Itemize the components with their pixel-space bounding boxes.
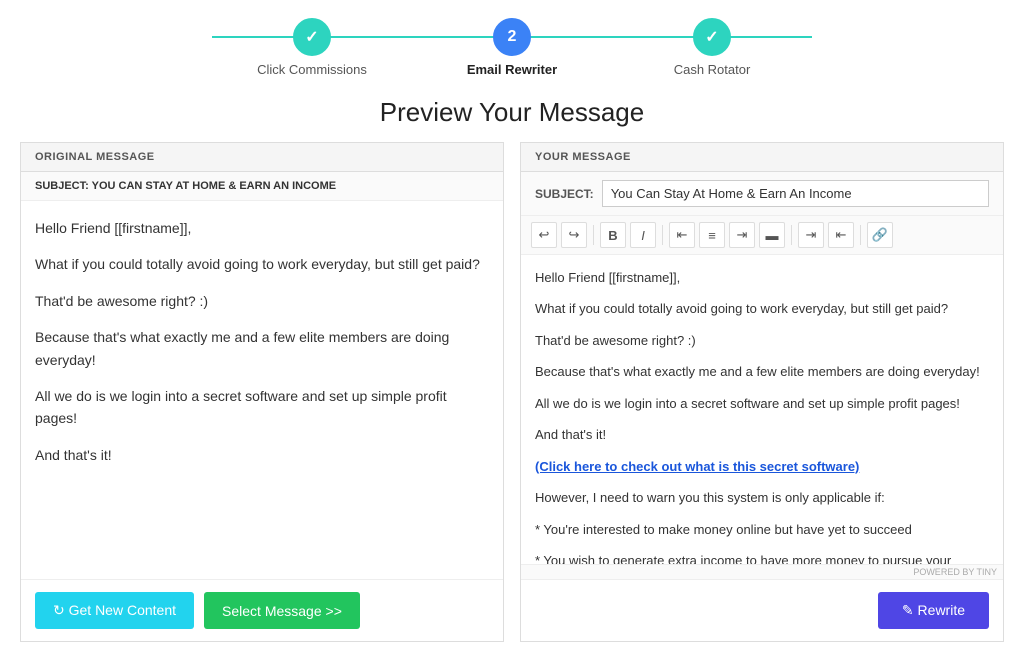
your-p6: And that's it! xyxy=(535,424,989,445)
bold-button[interactable]: B xyxy=(600,222,626,248)
orig-p2: What if you could totally avoid going to… xyxy=(35,253,489,275)
align-justify-button[interactable]: ▬ xyxy=(759,222,785,248)
step-click-commissions: ✓ Click Commissions xyxy=(212,18,412,77)
orig-p3: That'd be awesome right? :) xyxy=(35,290,489,312)
your-panel-header: YOUR MESSAGE xyxy=(521,143,1003,172)
toolbar-sep-4 xyxy=(860,225,861,245)
align-right-button[interactable]: ⇥ xyxy=(729,222,755,248)
undo-button[interactable]: ↩ xyxy=(531,222,557,248)
step-label-2: Email Rewriter xyxy=(467,62,557,77)
your-p9: * You wish to generate extra income to h… xyxy=(535,550,989,564)
toolbar-sep-2 xyxy=(662,225,663,245)
your-message-panel: YOUR MESSAGE SUBJECT: ↩ ↪ B I ⇤ ≡ ⇥ ▬ ⇥ … xyxy=(520,142,1004,642)
stepper: ✓ Click Commissions 2 Email Rewriter ✓ C… xyxy=(0,0,1024,87)
your-p1: Hello Friend [[firstname]], xyxy=(535,267,989,288)
your-p8: * You're interested to make money online… xyxy=(535,519,989,540)
subject-row: SUBJECT: xyxy=(521,172,1003,216)
align-center-button[interactable]: ≡ xyxy=(699,222,725,248)
rewrite-button[interactable]: ✎ Rewrite xyxy=(878,592,989,629)
original-panel-header: ORIGINAL MESSAGE xyxy=(21,143,503,172)
indent-button[interactable]: ⇥ xyxy=(798,222,824,248)
orig-p6: And that's it! xyxy=(35,444,489,466)
subject-input[interactable] xyxy=(602,180,989,207)
redo-button[interactable]: ↪ xyxy=(561,222,587,248)
your-p2: What if you could totally avoid going to… xyxy=(535,298,989,319)
orig-p5: All we do is we login into a secret soft… xyxy=(35,385,489,430)
page-title: Preview Your Message xyxy=(0,97,1024,128)
step-circle-2: 2 xyxy=(493,18,531,56)
outdent-button[interactable]: ⇤ xyxy=(828,222,854,248)
original-message-panel: ORIGINAL MESSAGE SUBJECT: YOU CAN STAY A… xyxy=(20,142,504,642)
orig-p4: Because that's what exactly me and a few… xyxy=(35,326,489,371)
original-panel-body: Hello Friend [[firstname]], What if you … xyxy=(21,201,503,579)
your-panel-body[interactable]: Hello Friend [[firstname]], What if you … xyxy=(521,255,1003,564)
your-p7: However, I need to warn you this system … xyxy=(535,487,989,508)
original-panel-subject: SUBJECT: YOU CAN STAY AT HOME & EARN AN … xyxy=(21,172,503,201)
your-panel-footer: ✎ Rewrite xyxy=(521,579,1003,641)
powered-by: POWERED BY TINY xyxy=(521,564,1003,579)
toolbar-sep-3 xyxy=(791,225,792,245)
step-cash-rotator: ✓ Cash Rotator xyxy=(612,18,812,77)
your-link: (Click here to check out what is this se… xyxy=(535,456,989,477)
align-left-button[interactable]: ⇤ xyxy=(669,222,695,248)
toolbar-sep-1 xyxy=(593,225,594,245)
subject-field-label: SUBJECT: xyxy=(535,187,594,201)
get-new-content-button[interactable]: ↻ Get New Content xyxy=(35,592,194,629)
your-p5: All we do is we login into a secret soft… xyxy=(535,393,989,414)
select-message-button[interactable]: Select Message >> xyxy=(204,592,360,629)
original-panel-footer: ↻ Get New Content Select Message >> xyxy=(21,579,503,641)
editor-toolbar: ↩ ↪ B I ⇤ ≡ ⇥ ▬ ⇥ ⇤ 🔗 xyxy=(521,216,1003,255)
secret-software-link[interactable]: (Click here to check out what is this se… xyxy=(535,459,859,474)
step-label-1: Click Commissions xyxy=(257,62,367,77)
panels-container: ORIGINAL MESSAGE SUBJECT: YOU CAN STAY A… xyxy=(0,142,1024,642)
orig-p1: Hello Friend [[firstname]], xyxy=(35,217,489,239)
italic-button[interactable]: I xyxy=(630,222,656,248)
step-label-3: Cash Rotator xyxy=(674,62,751,77)
your-p4: Because that's what exactly me and a few… xyxy=(535,361,989,382)
your-p3: That'd be awesome right? :) xyxy=(535,330,989,351)
step-email-rewriter: 2 Email Rewriter xyxy=(412,18,612,77)
step-circle-1: ✓ xyxy=(293,18,331,56)
link-button[interactable]: 🔗 xyxy=(867,222,893,248)
step-circle-3: ✓ xyxy=(693,18,731,56)
